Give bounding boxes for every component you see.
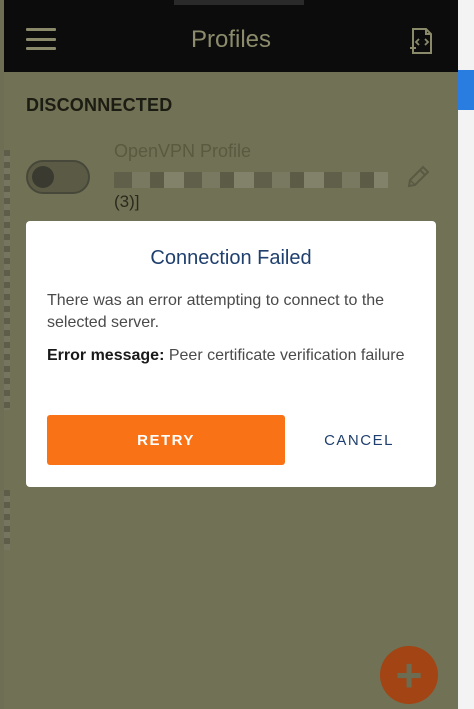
page-title: Profiles: [190, 26, 272, 53]
dialog-message: There was an error attempting to connect…: [47, 292, 385, 331]
desktop-background-edge: [458, 0, 474, 709]
app-header: Profiles: [4, 0, 458, 72]
profile-name: OpenVPN Profile: [114, 141, 252, 161]
profile-server-suffix: (3)]: [114, 192, 140, 211]
add-icon: +: [395, 649, 423, 701]
background-text-artifact: [4, 490, 10, 550]
add-profile-button[interactable]: +: [380, 646, 438, 704]
dialog-error: Error message: Peer certificate verifica…: [47, 345, 417, 367]
profile-server-redacted: [114, 172, 388, 188]
document-code-icon[interactable]: [406, 26, 436, 56]
dialog-title: Connection Failed: [150, 247, 312, 269]
status-bar-fragment: [174, 0, 304, 5]
toggle-knob: [32, 166, 54, 188]
error-label: Error message:: [47, 347, 165, 364]
desktop-window-strip: [458, 70, 474, 110]
pencil-icon[interactable]: [404, 163, 432, 191]
error-text: Peer certificate verification failure: [168, 347, 405, 364]
connection-status-label: DISCONNECTED: [26, 95, 173, 115]
retry-button[interactable]: RETRY: [47, 415, 285, 465]
background-text-artifact: [4, 150, 10, 410]
cancel-button[interactable]: CANCEL: [304, 415, 414, 465]
profile-connect-toggle[interactable]: [26, 160, 90, 194]
connection-failed-dialog: Connection Failed There was an error att…: [26, 221, 436, 487]
